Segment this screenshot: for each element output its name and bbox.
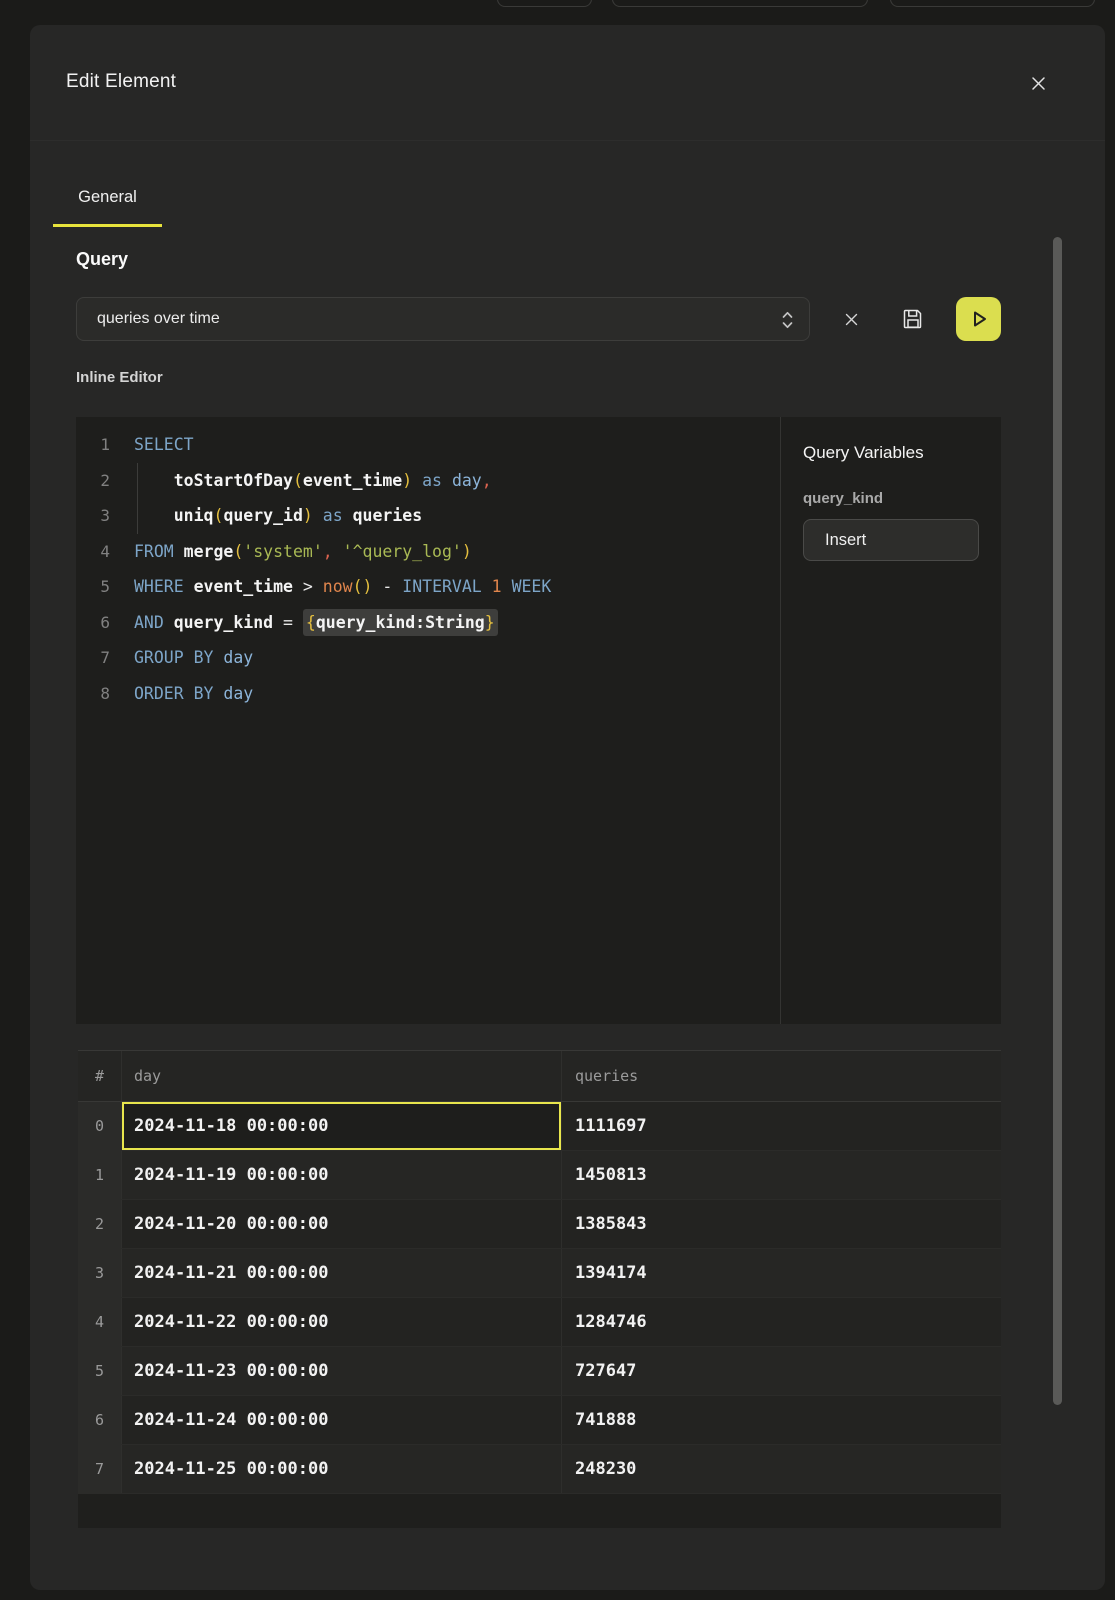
row-index: 3 — [78, 1249, 122, 1297]
cell-queries[interactable]: 1385843 — [562, 1200, 1001, 1248]
cell-day[interactable]: 2024-11-25 00:00:00 — [122, 1445, 562, 1493]
cell-day[interactable]: 2024-11-20 00:00:00 — [122, 1200, 562, 1248]
clear-query-button[interactable] — [836, 297, 866, 341]
table-row: 12024-11-19 00:00:001450813 — [78, 1151, 1001, 1200]
cell-queries[interactable]: 1111697 — [562, 1102, 1001, 1150]
code-lines: 1SELECT2 toStartOfDay(event_time) as day… — [76, 427, 780, 711]
line-number: 1 — [76, 427, 134, 463]
line-number: 2 — [76, 463, 134, 499]
run-query-button[interactable] — [956, 297, 1001, 341]
row-index: 2 — [78, 1200, 122, 1248]
table-row: 52024-11-23 00:00:00727647 — [78, 1347, 1001, 1396]
code-text: toStartOfDay(event_time) as day, — [134, 463, 780, 499]
line-number: 7 — [76, 640, 134, 676]
code-line: 4FROM merge('system', '^query_log') — [76, 534, 780, 570]
modal-scrollbar[interactable] — [1053, 237, 1062, 1405]
play-icon — [968, 308, 990, 330]
code-editor-area[interactable]: 1SELECT2 toStartOfDay(event_time) as day… — [76, 417, 780, 1024]
cell-day[interactable]: 2024-11-23 00:00:00 — [122, 1347, 562, 1395]
table-row: 42024-11-22 00:00:001284746 — [78, 1298, 1001, 1347]
code-text: AND query_kind = {query_kind:String} — [134, 605, 780, 641]
query-variables-title: Query Variables — [803, 443, 979, 463]
result-table-header: # day queries — [78, 1050, 1001, 1102]
table-row: 22024-11-20 00:00:001385843 — [78, 1200, 1001, 1249]
close-button[interactable] — [1026, 71, 1050, 95]
cell-queries[interactable]: 1284746 — [562, 1298, 1001, 1346]
floppy-disk-icon — [902, 308, 924, 330]
query-select-value: queries over time — [97, 310, 220, 328]
header-divider — [30, 140, 1105, 141]
query-select[interactable]: queries over time — [76, 297, 810, 341]
code-line: 5WHERE event_time > now() - INTERVAL 1 W… — [76, 569, 780, 605]
code-line: 6AND query_kind = {query_kind:String} — [76, 605, 780, 641]
cell-day[interactable]: 2024-11-18 00:00:00 — [122, 1102, 562, 1150]
chevron-up-down-icon — [781, 310, 794, 330]
column-header-day: day — [122, 1051, 562, 1101]
code-text: FROM merge('system', '^query_log') — [134, 534, 780, 570]
row-index: 1 — [78, 1151, 122, 1199]
line-number: 4 — [76, 534, 134, 570]
code-text: GROUP BY day — [134, 640, 780, 676]
row-index: 7 — [78, 1445, 122, 1493]
query-variables-panel: Query Variables query_kind Insert — [780, 417, 1001, 1024]
cell-day[interactable]: 2024-11-21 00:00:00 — [122, 1249, 562, 1297]
sql-editor: 1SELECT2 toStartOfDay(event_time) as day… — [76, 417, 1001, 1024]
row-index: 6 — [78, 1396, 122, 1444]
x-icon — [845, 313, 858, 326]
code-line: 2 toStartOfDay(event_time) as day, — [76, 463, 780, 499]
background-toolbar-button[interactable] — [612, 0, 868, 7]
line-number: 8 — [76, 676, 134, 712]
code-line: 8ORDER BY day — [76, 676, 780, 712]
row-index: 5 — [78, 1347, 122, 1395]
table-row: 72024-11-25 00:00:00248230 — [78, 1445, 1001, 1494]
code-line: 7GROUP BY day — [76, 640, 780, 676]
close-icon — [1031, 76, 1046, 91]
table-row: 32024-11-21 00:00:001394174 — [78, 1249, 1001, 1298]
query-select-row: queries over time — [76, 297, 1001, 341]
page-title: Edit Element — [66, 71, 176, 93]
table-row: 02024-11-18 00:00:001111697 — [78, 1102, 1001, 1151]
column-header-queries: queries — [562, 1051, 1001, 1101]
code-text: ORDER BY day — [134, 676, 780, 712]
row-index: 0 — [78, 1102, 122, 1150]
code-line: 3 uniq(query_id) as queries — [76, 498, 780, 534]
tab-general-label: General — [78, 188, 137, 207]
save-query-button[interactable] — [898, 297, 928, 341]
tab-general[interactable]: General — [53, 171, 162, 227]
cell-day[interactable]: 2024-11-24 00:00:00 — [122, 1396, 562, 1444]
column-header-index: # — [78, 1051, 122, 1101]
cell-day[interactable]: 2024-11-19 00:00:00 — [122, 1151, 562, 1199]
background-toolbar-button[interactable] — [497, 0, 592, 7]
background-toolbar-button[interactable] — [890, 0, 1095, 7]
row-index: 4 — [78, 1298, 122, 1346]
line-number: 5 — [76, 569, 134, 605]
code-line: 1SELECT — [76, 427, 780, 463]
code-text: SELECT — [134, 427, 780, 463]
cell-queries[interactable]: 741888 — [562, 1396, 1001, 1444]
line-number: 6 — [76, 605, 134, 641]
table-row: 62024-11-24 00:00:00741888 — [78, 1396, 1001, 1445]
query-variable-name: query_kind — [803, 490, 979, 507]
cell-queries[interactable]: 727647 — [562, 1347, 1001, 1395]
result-table-body: 02024-11-18 00:00:00111169712024-11-19 0… — [78, 1102, 1001, 1494]
cell-queries[interactable]: 1394174 — [562, 1249, 1001, 1297]
code-text: WHERE event_time > now() - INTERVAL 1 WE… — [134, 569, 780, 605]
code-text: uniq(query_id) as queries — [134, 498, 780, 534]
result-table: # day queries 02024-11-18 00:00:00111169… — [78, 1050, 1001, 1528]
edit-element-modal: Edit Element General Query queries over … — [30, 25, 1105, 1590]
inline-editor-label: Inline Editor — [76, 369, 163, 386]
query-section-heading: Query — [76, 249, 128, 270]
cell-day[interactable]: 2024-11-22 00:00:00 — [122, 1298, 562, 1346]
cell-queries[interactable]: 1450813 — [562, 1151, 1001, 1199]
cell-queries[interactable]: 248230 — [562, 1445, 1001, 1493]
line-number: 3 — [76, 498, 134, 534]
insert-variable-button[interactable]: Insert — [803, 519, 979, 561]
result-table-footer — [78, 1494, 1001, 1528]
